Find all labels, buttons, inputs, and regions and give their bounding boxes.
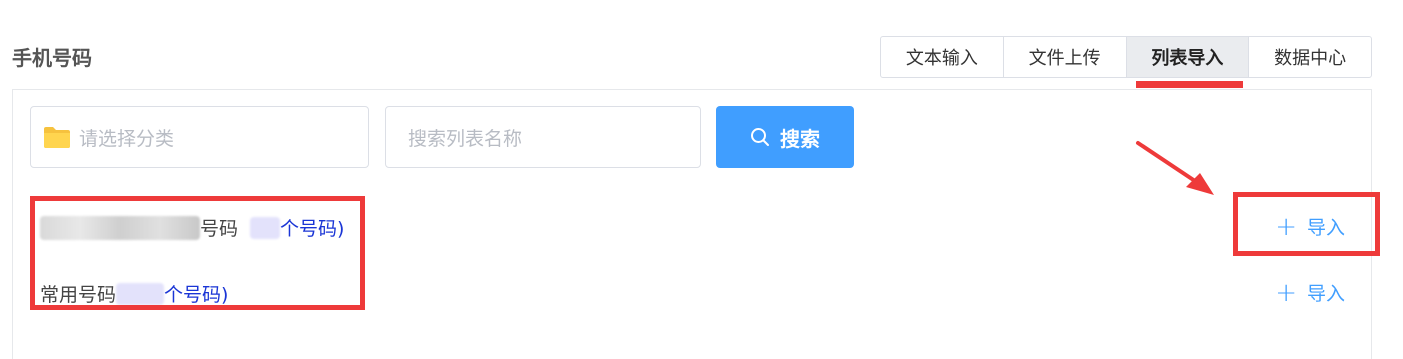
category-placeholder: 请选择分类	[79, 127, 175, 150]
list-count: 个号码)	[280, 218, 345, 240]
section-title: 手机号码	[12, 46, 92, 70]
search-input[interactable]: 搜索列表名称	[385, 106, 701, 168]
list-item: 常用号码 个号码)	[40, 280, 228, 307]
import-button[interactable]: + 导入	[1275, 213, 1345, 240]
redacted-count	[116, 282, 165, 305]
folder-icon	[43, 125, 71, 149]
arrow-icon	[1136, 141, 1214, 195]
search-icon	[751, 128, 769, 146]
import-label: 导入	[1306, 283, 1345, 305]
search-button-label: 搜索	[780, 126, 820, 151]
list-name-suffix: 号码	[200, 218, 239, 240]
list-name: 常用号码	[40, 284, 117, 306]
tab-text-input[interactable]: 文本输入	[881, 37, 1004, 77]
tab-list-import[interactable]: 列表导入	[1126, 37, 1250, 77]
input-mode-tabs: 文本输入 文件上传 列表导入 数据中心	[880, 36, 1372, 78]
tab-file-upload[interactable]: 文件上传	[1004, 37, 1127, 77]
list-item: 号码 个号码)	[40, 214, 344, 241]
search-placeholder: 搜索列表名称	[408, 127, 523, 150]
active-tab-highlight	[1136, 81, 1243, 88]
plus-icon: +	[1275, 277, 1297, 308]
tab-data-center[interactable]: 数据中心	[1249, 37, 1371, 77]
import-button[interactable]: + 导入	[1275, 279, 1345, 306]
plus-icon: +	[1275, 211, 1297, 242]
list-count: 个号码)	[164, 284, 229, 306]
redacted-list-name	[40, 215, 200, 240]
import-label: 导入	[1306, 217, 1345, 239]
search-button[interactable]: 搜索	[716, 106, 854, 168]
redacted-count	[250, 216, 281, 239]
category-select[interactable]: 请选择分类	[30, 106, 369, 168]
